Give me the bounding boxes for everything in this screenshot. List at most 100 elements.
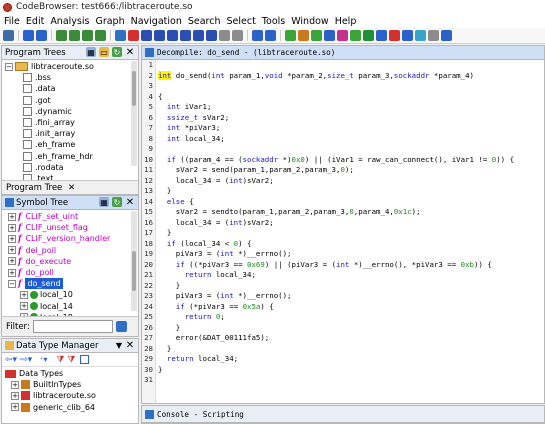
menu-help[interactable]: Help: [335, 16, 357, 27]
code-line[interactable]: {: [158, 92, 544, 103]
code-line[interactable]: [158, 60, 544, 71]
navigate-icon-3[interactable]: [82, 30, 93, 41]
code-line[interactable]: else {: [158, 197, 544, 208]
tool-icon-3[interactable]: [298, 30, 309, 41]
expand-icon[interactable]: +: [8, 246, 16, 255]
code-line[interactable]: piVar3 = (int *)__errno();: [158, 291, 544, 302]
tree-view-icon[interactable]: ▦: [86, 47, 96, 57]
f-icon[interactable]: [193, 30, 204, 41]
expand-icon[interactable]: +: [11, 403, 19, 412]
tool-icon-1[interactable]: [219, 30, 230, 41]
tool-icon-12[interactable]: [441, 30, 452, 41]
stop-icon[interactable]: [128, 30, 139, 41]
tool-icon-2[interactable]: [232, 30, 243, 41]
symbol-tree-item[interactable]: + f do_poll: [8, 267, 138, 278]
menu-graph[interactable]: Graph: [95, 16, 124, 27]
code-line[interactable]: }: [158, 365, 544, 376]
filter-options-icon[interactable]: [115, 321, 127, 332]
code-line[interactable]: int do_send(int param_1,void *param_2,si…: [158, 70, 544, 82]
program-tree-item[interactable]: .dynamic: [5, 106, 138, 117]
tab-program-tree[interactable]: Program Tree ✕: [6, 183, 75, 193]
refresh-icon[interactable]: ↻: [112, 47, 122, 57]
folder-icon[interactable]: ▭: [99, 47, 109, 57]
undo-icon[interactable]: [252, 30, 263, 41]
menu-tools[interactable]: Tools: [262, 16, 285, 27]
data-type-archive-item[interactable]: + generic_clib_64: [5, 402, 138, 413]
filter-icon[interactable]: ⧩: [56, 355, 64, 365]
close-icon[interactable]: ✕: [125, 340, 135, 351]
tool-icon-10[interactable]: [415, 30, 426, 41]
menu-select[interactable]: Select: [227, 16, 256, 27]
back-icon[interactable]: ⇦▾: [5, 355, 17, 365]
code-line[interactable]: return local_34;: [158, 270, 544, 281]
code-line[interactable]: }: [158, 323, 544, 334]
navigate-icon-4[interactable]: [95, 30, 106, 41]
filter-input[interactable]: [32, 320, 113, 333]
expand-icon[interactable]: +: [8, 234, 16, 243]
console-title[interactable]: Console - Scripting: [157, 410, 244, 419]
data-types-root[interactable]: Data Types: [5, 368, 138, 379]
redo-icon[interactable]: [265, 30, 276, 41]
code-line[interactable]: if (*piVar3 == 0x5a) {: [158, 302, 544, 313]
code-line[interactable]: return local_34;: [158, 354, 544, 365]
code-line[interactable]: error(&DAT_00111fa5);: [158, 333, 544, 344]
expand-icon[interactable]: +: [20, 302, 28, 311]
forward-icon[interactable]: [36, 30, 47, 41]
code-line[interactable]: if (local_34 < 0) {: [158, 239, 544, 250]
expand-icon[interactable]: −: [8, 279, 16, 288]
symbol-tree-item[interactable]: − f do_send: [8, 278, 138, 290]
tool-icon-4[interactable]: [311, 30, 322, 41]
expand-icon[interactable]: +: [8, 257, 16, 266]
memory-icon[interactable]: [376, 30, 387, 41]
code-line[interactable]: int iVar1;: [158, 102, 544, 113]
code-line[interactable]: }: [158, 186, 544, 197]
program-tree-scrollbar[interactable]: [131, 61, 137, 166]
symbol-tree-item[interactable]: + f del_poll: [8, 245, 138, 256]
program-tree-item[interactable]: .rodata: [5, 162, 138, 173]
data-type-archive-item[interactable]: + libtraceroute.so: [5, 390, 138, 401]
code-line[interactable]: sVar2 = send(param_1,param_2,param_3,0);: [158, 165, 544, 176]
code-line[interactable]: piVar3 = (int *)__errno();: [158, 249, 544, 260]
code-line[interactable]: sVar2 = sendto(param_1,param_2,param_3,0…: [158, 207, 544, 218]
download-icon[interactable]: [115, 30, 126, 41]
code-line[interactable]: [158, 144, 544, 155]
code-line[interactable]: }: [158, 344, 544, 355]
back-icon[interactable]: [23, 30, 34, 41]
local-variable-item[interactable]: + local_14: [8, 301, 138, 312]
tool-icon-7[interactable]: [350, 30, 361, 41]
expand-icon[interactable]: +: [11, 391, 19, 400]
menu-edit[interactable]: Edit: [26, 16, 44, 27]
symbol-tree-item[interactable]: + f CLIF_version_handler: [8, 233, 138, 244]
menu-search[interactable]: Search: [188, 16, 221, 27]
check-icon[interactable]: [285, 30, 296, 41]
tool-icon-9[interactable]: [402, 30, 413, 41]
program-tree-item[interactable]: .data: [5, 83, 138, 94]
tool-icon-11[interactable]: [428, 30, 439, 41]
code-line[interactable]: [158, 375, 544, 386]
decompiled-code[interactable]: 1 2 3 4 5 6 7 8 9 10 11 12 13 14 15 16 17 18 19 20 21 22 23 24 2…: [142, 60, 544, 403]
expand-icon[interactable]: +: [20, 290, 28, 299]
navigate-icon-1[interactable]: [56, 30, 67, 41]
program-tree-item[interactable]: .eh_frame: [5, 139, 138, 150]
program-tree-item[interactable]: .bss: [5, 72, 138, 83]
expand-icon[interactable]: ⁺▾: [39, 355, 47, 364]
code-line[interactable]: if ((param_4 == (sockaddr *)0x0) || (iVa…: [158, 155, 544, 166]
symbol-icon-1[interactable]: ▦: [99, 197, 109, 207]
expand-icon[interactable]: +: [8, 223, 16, 232]
local-variable-item[interactable]: + local_10: [8, 289, 138, 300]
program-tree-item[interactable]: .init_array: [5, 128, 138, 139]
forward-icon[interactable]: ⇨▾: [20, 355, 32, 365]
close-icon[interactable]: ✕: [125, 197, 135, 208]
code-line[interactable]: ssize_t sVar2;: [158, 113, 544, 124]
filter-off-icon[interactable]: ⧩: [67, 355, 75, 365]
code-line[interactable]: int *piVar3;: [158, 123, 544, 134]
play-icon[interactable]: [363, 30, 374, 41]
code-lines[interactable]: int do_send(int param_1,void *param_2,si…: [158, 60, 544, 386]
menu-navigation[interactable]: Navigation: [131, 16, 182, 27]
save-icon[interactable]: [3, 30, 14, 41]
expand-icon[interactable]: +: [11, 380, 19, 389]
d-icon[interactable]: [154, 30, 165, 41]
code-line[interactable]: }: [158, 228, 544, 239]
symbol-tree-item[interactable]: + f CLIF_unset_flag: [8, 222, 138, 233]
program-tree-item[interactable]: .got: [5, 95, 138, 106]
